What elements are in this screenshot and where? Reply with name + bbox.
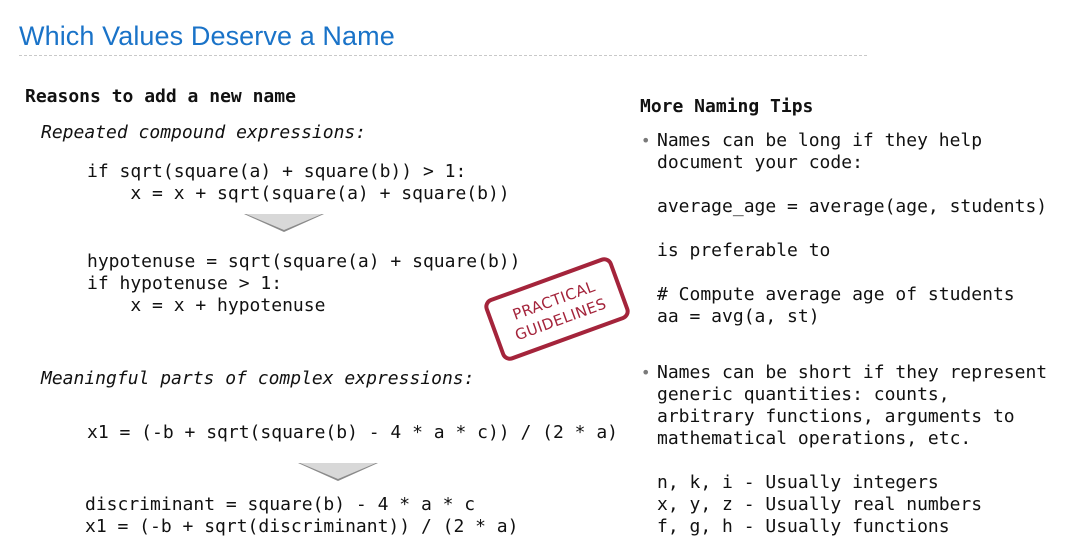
repeated-expressions-label: Repeated compound expressions: (41, 122, 367, 143)
tip-long-names: Names can be long if they help document … (657, 130, 983, 173)
tip-long-example: average_age = average(age, students) (657, 196, 1048, 217)
slide-title: Which Values Deserve a Name (19, 21, 395, 51)
bullet-icon-2: • (641, 363, 651, 382)
code-block-hypotenuse: hypotenuse = sqrt(square(a) + square(b))… (87, 251, 521, 316)
tip-counter-example: # Compute average age of students aa = a… (657, 284, 1015, 327)
code-block-repeated: if sqrt(square(a) + square(b)) > 1: x = … (87, 161, 510, 204)
down-arrow-icon (244, 214, 324, 232)
code-block-discriminant: discriminant = square(b) - 4 * a * c x1 … (85, 494, 519, 537)
code-block-quadratic: x1 = (-b + sqrt(square(b) - 4 * a * c)) … (87, 422, 619, 443)
bullet-icon: • (641, 131, 651, 150)
down-arrow-icon-2 (298, 463, 378, 481)
complex-expressions-label: Meaningful parts of complex expressions: (41, 368, 475, 389)
naming-tips-heading: More Naming Tips (640, 96, 814, 117)
tip-short-names: Names can be short if they represent gen… (657, 362, 1048, 449)
tip-short-examples: n, k, i - Usually integers x, y, z - Usu… (657, 472, 983, 537)
reasons-heading: Reasons to add a new name (25, 86, 296, 107)
tip-preferable-text: is preferable to (657, 240, 831, 261)
title-divider (19, 55, 867, 56)
